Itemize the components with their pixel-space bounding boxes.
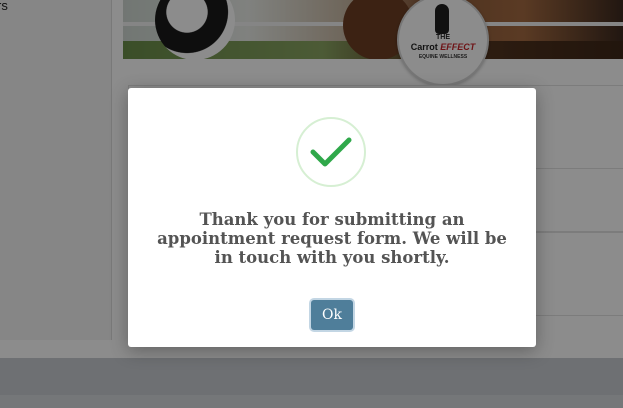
- success-dialog: Thank you for submitting an appointment …: [128, 88, 536, 347]
- ok-button[interactable]: Ok: [311, 300, 353, 330]
- dialog-message: Thank you for submitting an appointment …: [157, 210, 507, 267]
- success-icon-ring: [296, 117, 366, 187]
- checkmark-icon: [310, 137, 352, 167]
